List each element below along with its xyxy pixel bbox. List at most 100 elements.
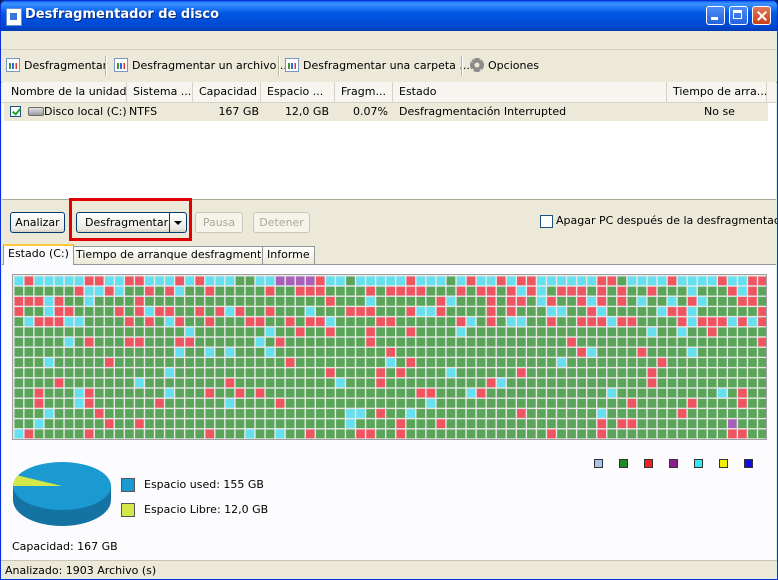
column-header-free-space[interactable]: Espacio ... (261, 82, 335, 102)
toolbar-separator (105, 56, 107, 76)
shutdown-checkbox[interactable] (540, 215, 553, 228)
cluster-block (527, 409, 536, 418)
cluster-block (175, 337, 184, 347)
cluster-block (527, 347, 536, 357)
column-header-status[interactable]: Estado (393, 82, 667, 102)
close-button[interactable] (752, 6, 771, 25)
tab-boot-time[interactable]: Tiempo de arranque desfragmentado (71, 246, 287, 264)
cluster-block (496, 388, 506, 398)
cluster-block (718, 276, 727, 286)
cluster-block (295, 419, 305, 429)
tab-status[interactable]: Estado (C:) (3, 244, 74, 265)
cluster-block (245, 429, 255, 439)
cluster-block (617, 307, 627, 316)
cluster-block (346, 358, 355, 367)
cluster-block (54, 409, 64, 418)
cluster-block (24, 388, 34, 398)
cluster-block (657, 347, 667, 357)
cluster-block (557, 429, 566, 439)
cluster-block (396, 368, 406, 378)
cluster-block (496, 429, 506, 439)
cluster-block (627, 419, 637, 429)
cluster-block (316, 398, 325, 408)
cluster-block (466, 398, 476, 408)
minimize-button[interactable] (706, 6, 725, 25)
cluster-block (366, 296, 375, 306)
cluster-block (84, 368, 94, 378)
cluster-block (135, 286, 144, 296)
cluster-block (728, 296, 737, 306)
cluster-block (366, 286, 375, 296)
cluster-block (697, 358, 707, 367)
cluster-block (34, 317, 44, 327)
cluster-block (155, 327, 164, 337)
stop-button[interactable]: Detener (253, 212, 310, 233)
cluster-block (446, 286, 456, 296)
cluster-block (697, 296, 707, 306)
cluster-block (386, 296, 395, 306)
column-header-filesystem[interactable]: Sistema ... (127, 82, 193, 102)
cluster-block (125, 368, 134, 378)
cluster-block (185, 286, 194, 296)
cluster-block (577, 286, 586, 296)
cluster-block (647, 337, 657, 347)
cluster-block (275, 276, 285, 286)
analyze-button[interactable]: Analizar (10, 212, 65, 233)
cluster-block (265, 276, 275, 286)
cluster-block (567, 317, 576, 327)
column-header-boot-time[interactable]: Tiempo de arra... (667, 82, 767, 102)
maximize-button[interactable] (729, 6, 748, 25)
cluster-block (305, 276, 315, 286)
tab-report[interactable]: Informe (262, 246, 315, 264)
cluster-block (627, 429, 637, 439)
cluster-block (486, 358, 496, 367)
shutdown-label: Apagar PC después de la desfragmentación (556, 214, 778, 227)
cluster-block (24, 307, 34, 316)
column-header-fragmentation[interactable]: Fragm... (335, 82, 393, 102)
cluster-block (647, 296, 657, 306)
cluster-block (265, 296, 275, 306)
cluster-block (647, 276, 657, 286)
cluster-block (346, 368, 355, 378)
drive-row[interactable]: Disco local (C:) NTFS 167 GB 12,0 GB 0.0… (4, 103, 768, 121)
cluster-block (587, 378, 596, 388)
cluster-block (155, 286, 164, 296)
cluster-block (677, 296, 687, 306)
cluster-block (557, 317, 566, 327)
cluster-block (607, 398, 617, 408)
cluster-block (305, 378, 315, 388)
cluster-block (115, 276, 124, 286)
cluster-block (567, 358, 576, 367)
cluster-block (476, 276, 486, 286)
toolbar-options-button[interactable]: Opciones (470, 58, 539, 74)
toolbar-defrag-button[interactable]: Desfragmentar (6, 58, 107, 74)
column-header-name[interactable]: Nombre de la unidad (5, 82, 127, 102)
cluster-block (697, 276, 707, 286)
cluster-block (145, 368, 154, 378)
cluster-block (305, 327, 315, 337)
cluster-block (115, 388, 124, 398)
cluster-block (175, 409, 184, 418)
drive-filesystem: NTFS (129, 105, 158, 118)
title-bar[interactable]: Desfragmentador de disco (1, 1, 777, 31)
cluster-block (456, 317, 466, 327)
pause-button[interactable]: Pausa (195, 212, 243, 233)
toolbar-defrag-folder-button[interactable]: Desfragmentar una carpeta ... (285, 58, 470, 74)
cluster-block (436, 307, 446, 316)
cluster-block (577, 307, 586, 316)
cluster-block (597, 317, 607, 327)
cluster-block (376, 419, 385, 429)
toolbar-defrag-file-button[interactable]: Desfragmentar un archivo ... (114, 58, 290, 74)
defrag-window: Desfragmentador de disco Desfragmentar D… (0, 0, 778, 580)
status-bar: Analizado: 1903 Archivo (s) (1, 560, 777, 579)
cluster-block (657, 419, 667, 429)
cluster-block (24, 286, 34, 296)
cluster-block (587, 286, 596, 296)
cluster-block (587, 398, 596, 408)
cluster-block (336, 409, 345, 418)
cluster-block (476, 317, 486, 327)
drive-checkbox[interactable] (10, 106, 21, 117)
column-header-capacity[interactable]: Capacidad (193, 82, 261, 102)
cluster-block (527, 286, 536, 296)
cluster-block (677, 419, 687, 429)
